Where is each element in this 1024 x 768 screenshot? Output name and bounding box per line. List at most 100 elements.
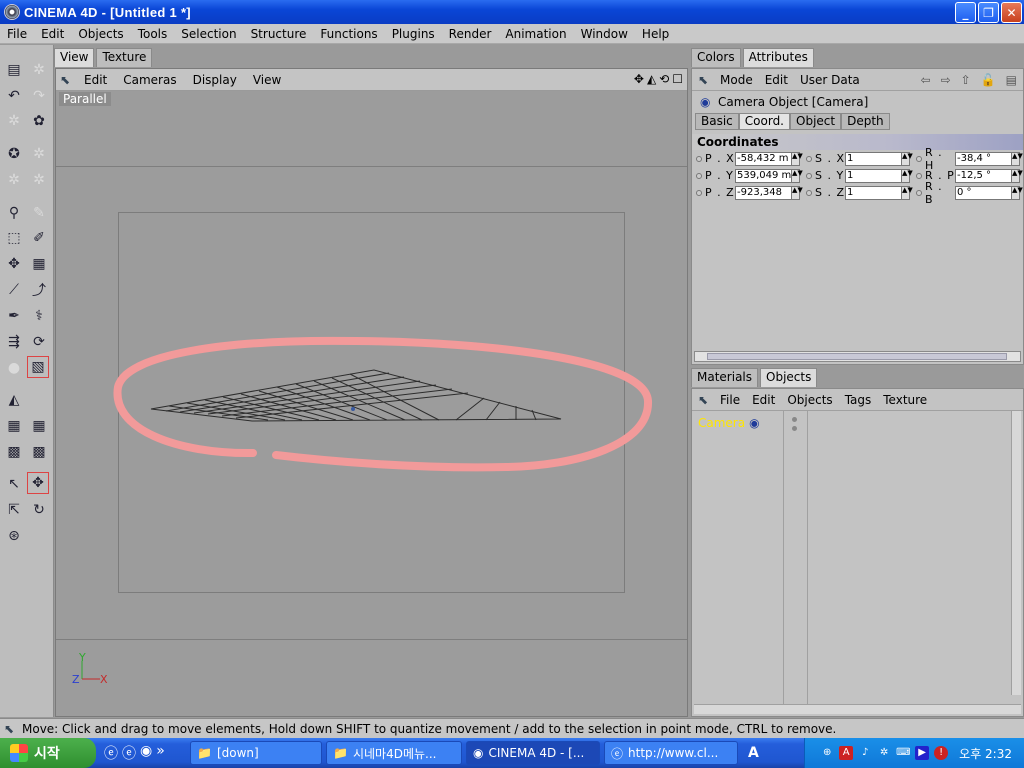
clock[interactable]: 오후 2:32 bbox=[959, 745, 1012, 762]
undo-icon[interactable]: ↶ bbox=[3, 85, 25, 107]
objects-horizontal-scrollbar[interactable] bbox=[694, 704, 1021, 714]
spinner[interactable]: ▲▼ bbox=[1012, 151, 1023, 166]
pin-icon[interactable]: ⬉ bbox=[698, 393, 714, 407]
objects-menu-objects[interactable]: Objects bbox=[781, 393, 838, 407]
keyboard-icon[interactable]: ⌨ bbox=[896, 746, 910, 760]
up-arrow-icon[interactable]: ⇧ bbox=[961, 73, 971, 87]
objects-menu-file[interactable]: File bbox=[714, 393, 746, 407]
close-button[interactable]: ✕ bbox=[1001, 2, 1022, 23]
object-name[interactable]: Camera bbox=[698, 416, 745, 430]
select-arrow-icon[interactable]: ↖ bbox=[3, 473, 25, 495]
redo-icon[interactable]: ↷ bbox=[28, 85, 50, 107]
subtab-object[interactable]: Object bbox=[790, 113, 842, 130]
spinner[interactable]: ▲▼ bbox=[792, 151, 803, 166]
menu-file[interactable]: File bbox=[0, 27, 34, 41]
spinner[interactable]: ▲▼ bbox=[792, 168, 803, 183]
scale-z-field[interactable]: 1 bbox=[845, 185, 902, 200]
objects-vertical-scrollbar[interactable] bbox=[1011, 411, 1021, 695]
settings-gear-icon[interactable]: ✲ bbox=[877, 746, 891, 760]
checker-a-icon[interactable]: ▦ bbox=[3, 415, 25, 437]
minimize-button[interactable]: _ bbox=[955, 2, 976, 23]
rotate-tool-icon[interactable]: ↻ bbox=[28, 499, 50, 521]
menu-plugins[interactable]: Plugins bbox=[385, 27, 442, 41]
render-visibility-dot[interactable] bbox=[792, 426, 797, 431]
checker-d-icon[interactable]: ▩ bbox=[28, 441, 50, 463]
start-button[interactable]: 시작 bbox=[0, 738, 96, 768]
subtab-basic[interactable]: Basic bbox=[695, 113, 739, 130]
scrollbar-thumb[interactable] bbox=[707, 353, 1007, 360]
attributes-menu-edit[interactable]: Edit bbox=[759, 73, 794, 87]
editor-visibility-dot[interactable] bbox=[792, 417, 797, 422]
media-icon[interactable]: ▶ bbox=[915, 746, 930, 760]
objects-menu-tags[interactable]: Tags bbox=[839, 393, 878, 407]
taskbar-button-cinema4d[interactable]: ◉ CINEMA 4D - [... bbox=[466, 741, 600, 765]
pin-icon[interactable]: ⬉ bbox=[698, 73, 714, 87]
pipette-icon[interactable]: ⚕ bbox=[28, 305, 50, 327]
move-tool-icon[interactable]: ✥ bbox=[27, 472, 49, 494]
volume-icon[interactable]: ♪ bbox=[858, 746, 872, 760]
animation-dot[interactable] bbox=[916, 172, 922, 179]
cinema4d-app-icon[interactable] bbox=[4, 4, 20, 20]
list-item-camera[interactable]: Camera ◉ bbox=[698, 416, 767, 430]
scale-x-field[interactable]: 1 bbox=[845, 151, 902, 166]
rotation-b-field[interactable]: 0 ° bbox=[955, 185, 1012, 200]
knife-icon[interactable]: ⟋ bbox=[3, 279, 25, 301]
rotation-h-field[interactable]: -38,4 ° bbox=[955, 151, 1012, 166]
subtab-depth[interactable]: Depth bbox=[841, 113, 890, 130]
menu-functions[interactable]: Functions bbox=[313, 27, 384, 41]
lock-icon[interactable]: 🔓 bbox=[981, 73, 996, 87]
rotate-icon[interactable]: ⟳ bbox=[28, 331, 50, 353]
sphere-icon[interactable]: ● bbox=[3, 357, 25, 379]
menu-selection[interactable]: Selection bbox=[174, 27, 243, 41]
selected-tool-icon[interactable]: ▧ bbox=[27, 356, 49, 378]
animation-dot[interactable] bbox=[696, 172, 702, 179]
ie-alt-icon[interactable]: ⓔ bbox=[122, 743, 136, 763]
checker-b-icon[interactable]: ▦ bbox=[28, 415, 50, 437]
tab-objects[interactable]: Objects bbox=[760, 368, 818, 387]
menu-animation[interactable]: Animation bbox=[498, 27, 573, 41]
brush-icon[interactable]: ✐ bbox=[28, 227, 50, 249]
paint-tool-icon[interactable]: ✿ bbox=[28, 110, 50, 132]
animation-dot[interactable] bbox=[696, 155, 702, 162]
menu-window[interactable]: Window bbox=[574, 27, 635, 41]
spinner[interactable]: ▲▼ bbox=[792, 185, 803, 200]
attributes-menu-mode[interactable]: Mode bbox=[714, 73, 759, 87]
tab-colors[interactable]: Colors bbox=[691, 48, 741, 67]
axis-icon[interactable]: ◭ bbox=[3, 389, 25, 411]
animation-dot[interactable] bbox=[696, 189, 702, 196]
menu-render[interactable]: Render bbox=[442, 27, 499, 41]
rectangle-select-icon[interactable]: ⬚ bbox=[3, 227, 25, 249]
checker-c-icon[interactable]: ▩ bbox=[3, 441, 25, 463]
objects-menu-edit[interactable]: Edit bbox=[746, 393, 781, 407]
attributes-menu-user-data[interactable]: User Data bbox=[794, 73, 866, 87]
spinner[interactable]: ▲▼ bbox=[902, 168, 913, 183]
menu-objects[interactable]: Objects bbox=[71, 27, 130, 41]
tab-attributes[interactable]: Attributes bbox=[742, 48, 814, 67]
spline-icon[interactable]: ⤴ bbox=[28, 279, 50, 301]
checker-icon[interactable]: ▦ bbox=[28, 253, 50, 275]
scale-y-field[interactable]: 1 bbox=[845, 168, 902, 183]
spinner[interactable]: ▲▼ bbox=[902, 185, 913, 200]
live-select-icon[interactable]: ✪ bbox=[3, 143, 25, 165]
tab-texture[interactable]: Texture bbox=[96, 48, 153, 67]
taskbar-button-folder-menu[interactable]: 📁 시네마4D메뉴... bbox=[326, 741, 462, 765]
forward-arrow-icon[interactable]: ⇨ bbox=[941, 73, 951, 87]
animation-dot[interactable] bbox=[916, 155, 922, 162]
magnify-icon[interactable]: ⚲ bbox=[3, 202, 25, 224]
subtab-coord[interactable]: Coord. bbox=[738, 113, 790, 130]
extrude-icon[interactable]: ⇶ bbox=[3, 331, 25, 353]
taskbar-button-folder-down[interactable]: 📁 [down] bbox=[190, 741, 322, 765]
new-panel-icon[interactable]: ▤ bbox=[1006, 73, 1017, 87]
command-manager-icon[interactable]: ▤ bbox=[3, 59, 25, 81]
viewport[interactable]: ⬉ Edit Cameras Display View ✥ ◭ ⟲ ☐ Para… bbox=[55, 68, 688, 717]
network-icon[interactable]: ⊕ bbox=[820, 746, 834, 760]
animation-dot[interactable] bbox=[916, 189, 922, 196]
spinner[interactable]: ▲▼ bbox=[1012, 185, 1023, 200]
pen-icon[interactable]: ✒ bbox=[3, 305, 25, 327]
language-bar-button[interactable]: A bbox=[742, 741, 768, 765]
menu-edit[interactable]: Edit bbox=[34, 27, 71, 41]
more-chevron-icon[interactable]: » bbox=[156, 743, 165, 763]
position-y-field[interactable]: 539,049 m bbox=[735, 168, 792, 183]
magnet-icon[interactable]: ⊛ bbox=[3, 525, 25, 547]
spinner[interactable]: ▲▼ bbox=[902, 151, 913, 166]
